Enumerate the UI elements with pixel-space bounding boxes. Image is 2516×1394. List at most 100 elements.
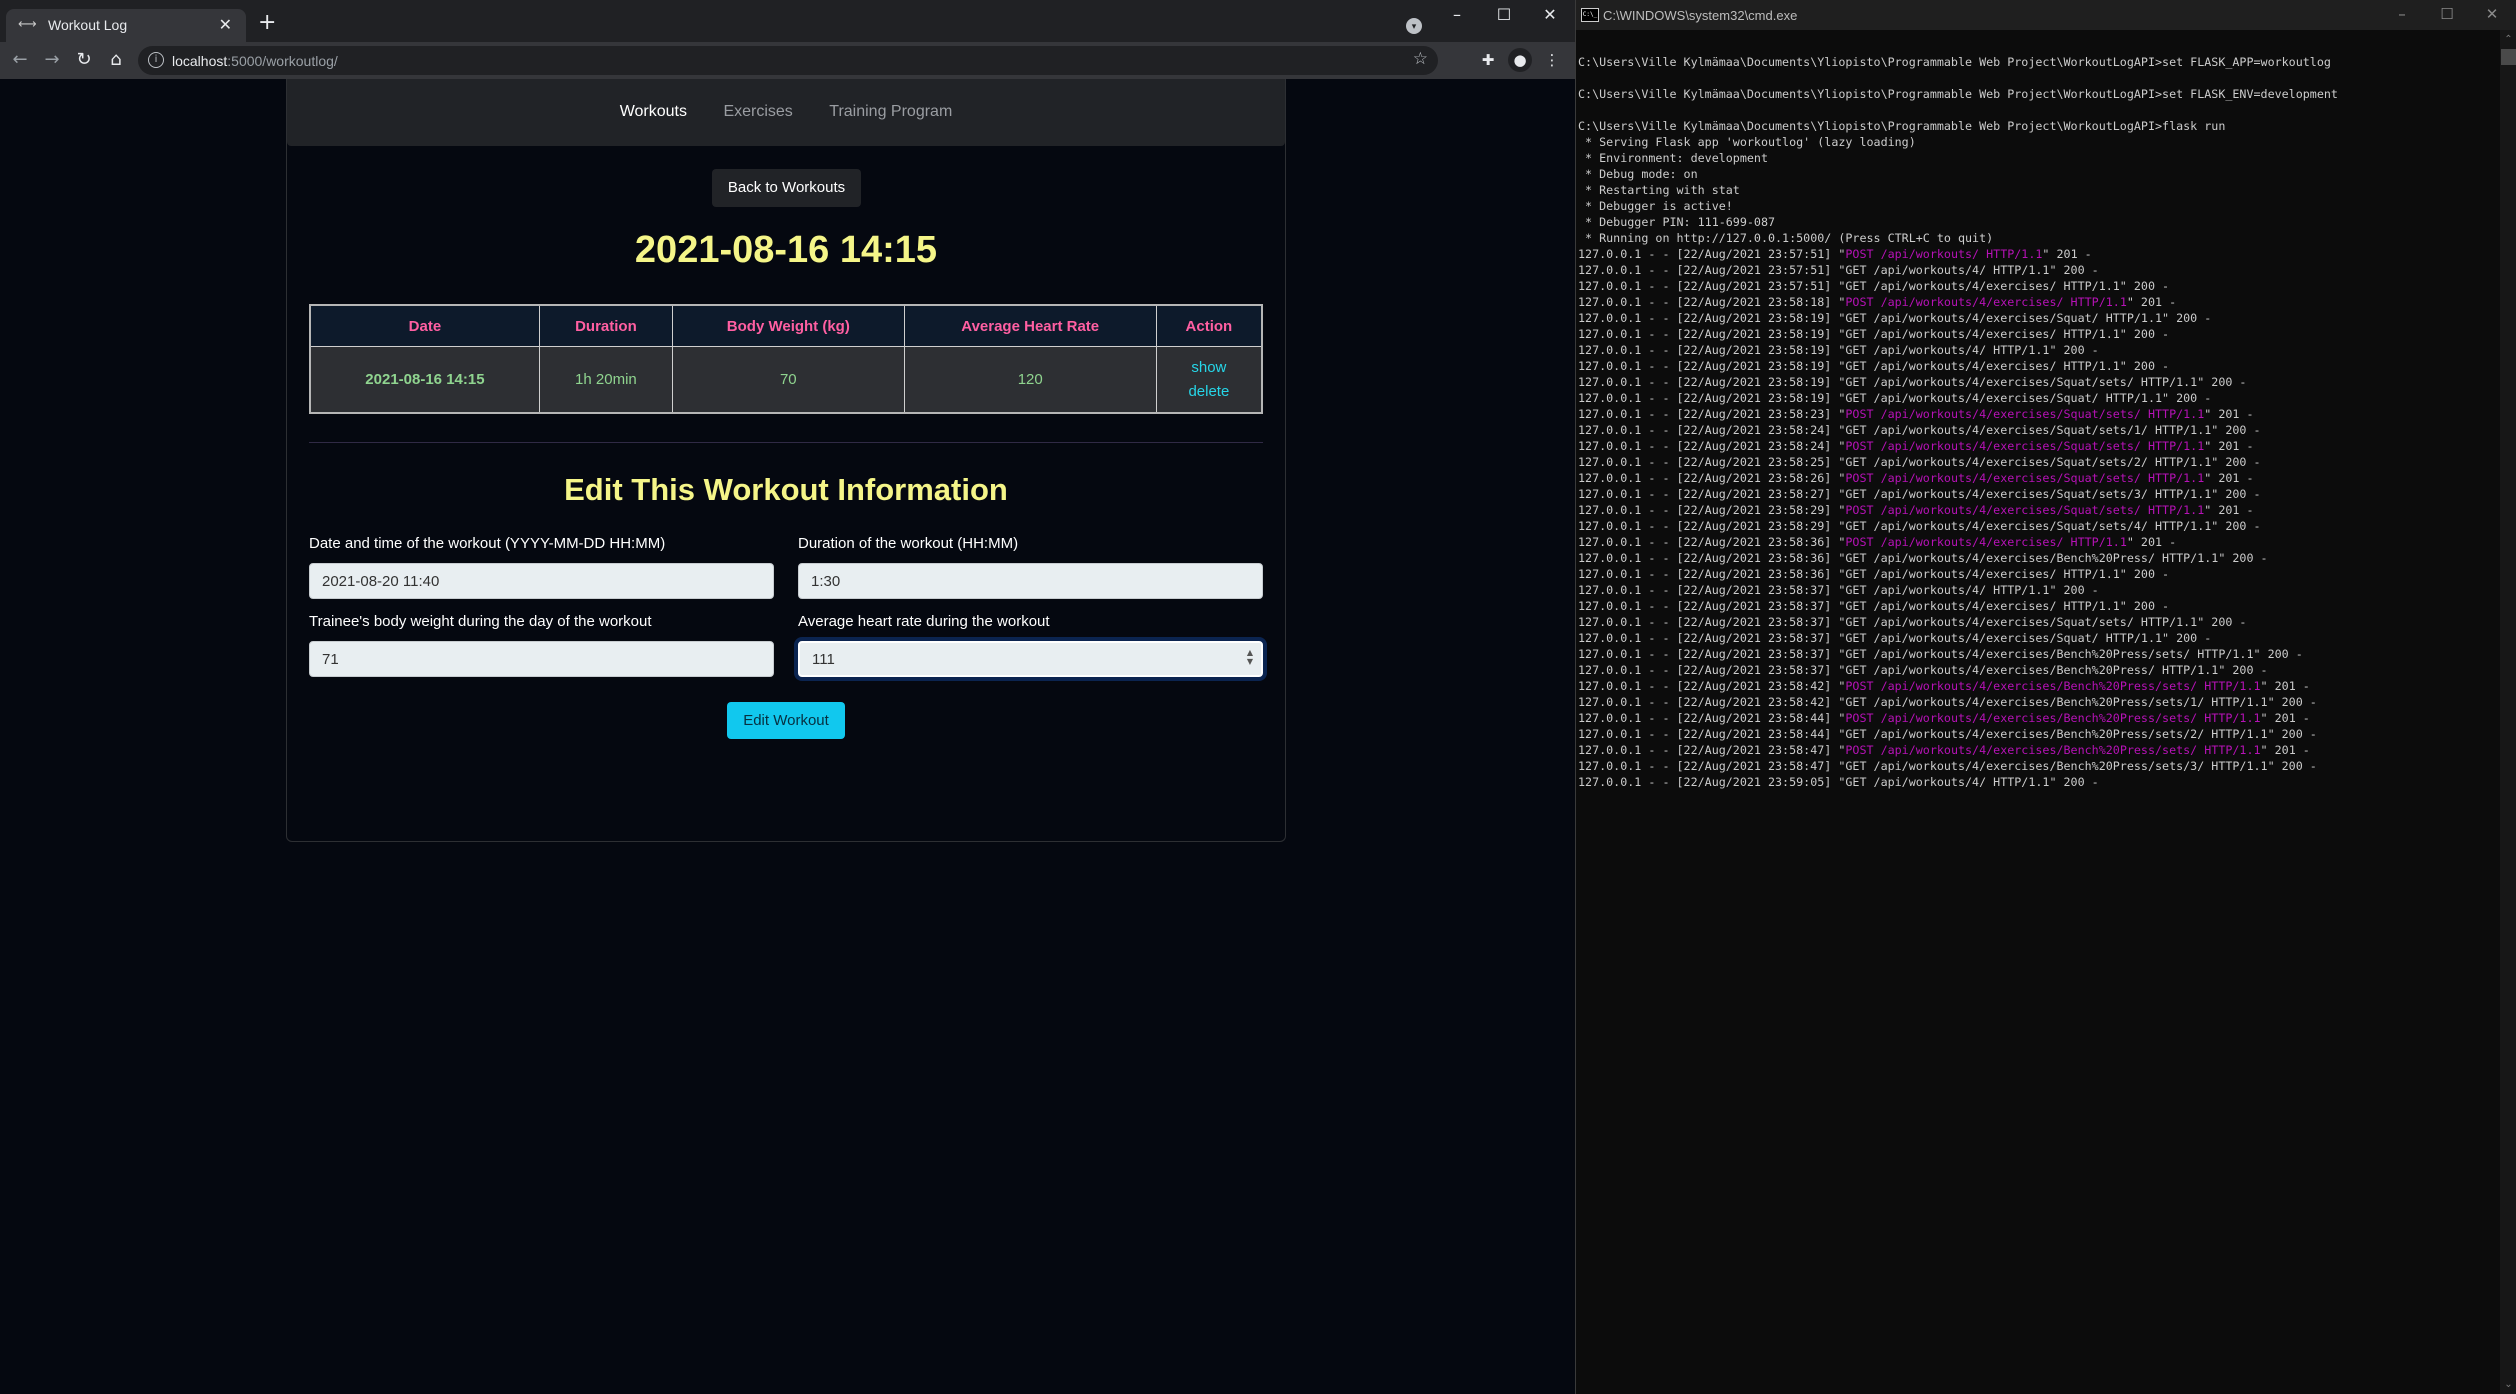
- nav-workouts[interactable]: Workouts: [620, 103, 687, 120]
- log-prefix: 127.0.0.1 - - [22/Aug/2021 23:58:25] "GE…: [1578, 455, 2261, 469]
- log-status: " 201 -: [2260, 679, 2310, 693]
- log-status: " 201 -: [2260, 711, 2310, 725]
- edit-workout-button[interactable]: Edit Workout: [727, 702, 845, 739]
- console-line: * Restarting with stat: [1578, 183, 1740, 197]
- window-close-icon[interactable]: ✕: [1528, 2, 1572, 28]
- nav-exercises[interactable]: Exercises: [723, 103, 792, 120]
- info-icon[interactable]: i: [148, 52, 164, 68]
- edit-section-title: Edit This Workout Information: [564, 472, 1008, 507]
- table-header-row: Date Duration Body Weight (kg) Average H…: [309, 304, 1263, 347]
- page-card: Workouts Exercises Training Program Back…: [286, 79, 1286, 842]
- puzzle-icon[interactable]: ✚: [1476, 48, 1500, 72]
- top-navbar: Workouts Exercises Training Program: [287, 79, 1285, 146]
- log-prefix: 127.0.0.1 - - [22/Aug/2021 23:57:51] ": [1578, 247, 1846, 261]
- workout-title: 2021-08-16 14:15: [634, 229, 938, 271]
- tab-search-icon[interactable]: ▾: [1406, 18, 1422, 34]
- console-line: 127.0.0.1 - - [22/Aug/2021 23:58:42] "GE…: [1578, 694, 2483, 710]
- log-prefix: 127.0.0.1 - - [22/Aug/2021 23:58:29] ": [1578, 503, 1846, 517]
- arrow-left-icon[interactable]: ←: [8, 48, 32, 72]
- console-line: 127.0.0.1 - - [22/Aug/2021 23:58:24] "PO…: [1578, 438, 2483, 454]
- log-request-highlight: POST /api/workouts/4/exercises/ HTTP/1.1: [1845, 295, 2127, 309]
- close-icon[interactable]: ✕: [219, 15, 232, 34]
- console-line: 127.0.0.1 - - [22/Aug/2021 23:58:18] "PO…: [1578, 294, 2483, 310]
- console-line: 127.0.0.1 - - [22/Aug/2021 23:58:47] "GE…: [1578, 758, 2483, 774]
- kebab-icon[interactable]: ⋮: [1540, 48, 1564, 72]
- scroll-up-icon[interactable]: ⌃: [2500, 34, 2516, 45]
- console-line: * Debug mode: on: [1578, 167, 1698, 181]
- reload-icon[interactable]: ↻: [72, 48, 96, 72]
- console-line: 127.0.0.1 - - [22/Aug/2021 23:58:19] "GE…: [1578, 358, 2483, 374]
- log-prefix: 127.0.0.1 - - [22/Aug/2021 23:58:42] ": [1578, 679, 1846, 693]
- console-line: C:\Users\Ville Kylmämaa\Documents\Yliopi…: [1578, 55, 2331, 69]
- log-prefix: 127.0.0.1 - - [22/Aug/2021 23:58:19] "GE…: [1578, 327, 2170, 341]
- arrow-right-icon[interactable]: →: [40, 48, 64, 72]
- log-prefix: 127.0.0.1 - - [22/Aug/2021 23:58:27] "GE…: [1578, 487, 2261, 501]
- console-line: * Debugger is active!: [1578, 199, 1733, 213]
- log-prefix: 127.0.0.1 - - [22/Aug/2021 23:58:26] ": [1578, 471, 1846, 485]
- console-line: 127.0.0.1 - - [22/Aug/2021 23:57:51] "PO…: [1578, 246, 2483, 262]
- body-weight-input[interactable]: [309, 641, 774, 677]
- nav-training-program[interactable]: Training Program: [829, 103, 952, 120]
- console-line: 127.0.0.1 - - [22/Aug/2021 23:58:25] "GE…: [1578, 454, 2483, 470]
- log-status: " 201 -: [2260, 743, 2310, 757]
- date-input[interactable]: [309, 563, 774, 599]
- cmd-title: C:\WINDOWS\system32\cmd.exe: [1603, 8, 1798, 23]
- console-line: 127.0.0.1 - - [22/Aug/2021 23:59:05] "GE…: [1578, 774, 2483, 790]
- delete-link[interactable]: delete: [1158, 380, 1260, 404]
- back-to-workouts-button[interactable]: Back to Workouts: [712, 169, 861, 207]
- log-prefix: 127.0.0.1 - - [22/Aug/2021 23:58:36] "GE…: [1578, 567, 2170, 581]
- table-row: 2021-08-16 14:15 1h 20min 70 120 show de…: [309, 346, 1263, 414]
- log-prefix: 127.0.0.1 - - [22/Aug/2021 23:58:37] "GE…: [1578, 615, 2247, 629]
- spinner-arrows-icon[interactable]: ▲ ▼: [1247, 648, 1253, 666]
- show-link[interactable]: show: [1158, 356, 1260, 380]
- person-icon[interactable]: ●: [1508, 48, 1532, 72]
- log-status: " 201 -: [2126, 535, 2177, 549]
- header-body-weight: Body Weight (kg): [671, 304, 905, 347]
- cmd-scrollbar[interactable]: ⌃ ⌄: [2500, 30, 2516, 1394]
- page-viewport: Workouts Exercises Training Program Back…: [0, 79, 1575, 1394]
- duration-label: Duration of the workout (HH:MM): [798, 535, 1019, 552]
- console-line: C:\Users\Ville Kylmämaa\Documents\Yliopi…: [1578, 119, 2226, 133]
- log-prefix: 127.0.0.1 - - [22/Aug/2021 23:58:42] "GE…: [1578, 695, 2317, 709]
- cmd-maximize-icon[interactable]: ☐: [2427, 5, 2467, 23]
- log-prefix: 127.0.0.1 - - [22/Aug/2021 23:58:19] "GE…: [1578, 311, 2212, 325]
- cmd-minimize-icon[interactable]: –: [2382, 5, 2422, 23]
- console-line: 127.0.0.1 - - [22/Aug/2021 23:58:44] "GE…: [1578, 726, 2483, 742]
- header-avg-heart-rate: Average Heart Rate: [903, 304, 1157, 347]
- log-status: " 201 -: [2204, 439, 2254, 453]
- duration-input[interactable]: [798, 563, 1263, 599]
- cmd-close-icon[interactable]: ✕: [2472, 5, 2512, 23]
- tab-workout-log[interactable]: ⟷ Workout Log ✕: [6, 9, 246, 42]
- heart-rate-label: Average heart rate during the workout: [798, 613, 1050, 630]
- console-output: C:\Users\Ville Kylmämaa\Documents\Yliopi…: [1578, 38, 2483, 1388]
- console-line: 127.0.0.1 - - [22/Aug/2021 23:58:23] "PO…: [1578, 406, 2483, 422]
- log-status: " 201 -: [2204, 407, 2254, 421]
- log-status: " 201 -: [2042, 247, 2092, 261]
- console-line: 127.0.0.1 - - [22/Aug/2021 23:58:36] "GE…: [1578, 550, 2483, 566]
- header-duration: Duration: [538, 304, 673, 347]
- log-request-highlight: POST /api/workouts/4/exercises/Bench%20P…: [1845, 711, 2261, 725]
- url-text: localhost:5000/workoutlog/: [172, 53, 338, 69]
- address-bar[interactable]: i localhost:5000/workoutlog/ ☆: [138, 46, 1438, 75]
- console-line: * Serving Flask app 'workoutlog' (lazy l…: [1578, 135, 1916, 149]
- console-line: 127.0.0.1 - - [22/Aug/2021 23:58:24] "GE…: [1578, 422, 2483, 438]
- log-prefix: 127.0.0.1 - - [22/Aug/2021 23:58:44] "GE…: [1578, 727, 2317, 741]
- cell-date: 2021-08-16 14:15: [309, 346, 540, 414]
- arrows-horizontal-icon: ⟷: [18, 17, 37, 32]
- tab-title: Workout Log: [48, 17, 128, 33]
- log-prefix: 127.0.0.1 - - [22/Aug/2021 23:58:19] "GE…: [1578, 343, 2099, 357]
- scroll-thumb[interactable]: [2501, 49, 2516, 65]
- home-icon[interactable]: ⌂: [104, 48, 128, 72]
- star-icon[interactable]: ☆: [1413, 49, 1428, 69]
- plus-icon[interactable]: +: [258, 10, 276, 35]
- heart-rate-input[interactable]: [798, 641, 1263, 677]
- log-request-highlight: POST /api/workouts/4/exercises/Squat/set…: [1845, 471, 2205, 485]
- cmd-window: C:\_ C:\WINDOWS\system32\cmd.exe – ☐ ✕ C…: [1575, 0, 2516, 1394]
- log-prefix: 127.0.0.1 - - [22/Aug/2021 23:58:29] "GE…: [1578, 519, 2261, 533]
- scroll-down-icon[interactable]: ⌄: [2500, 1379, 2516, 1390]
- maximize-icon[interactable]: ☐: [1482, 2, 1526, 28]
- console-line: 127.0.0.1 - - [22/Aug/2021 23:58:37] "GE…: [1578, 646, 2483, 662]
- browser-window: ⟷ Workout Log ✕ + ▾ – ☐ ✕ ← → ↻ ⌂ i loca…: [0, 0, 1575, 1394]
- minimize-icon[interactable]: –: [1435, 2, 1479, 28]
